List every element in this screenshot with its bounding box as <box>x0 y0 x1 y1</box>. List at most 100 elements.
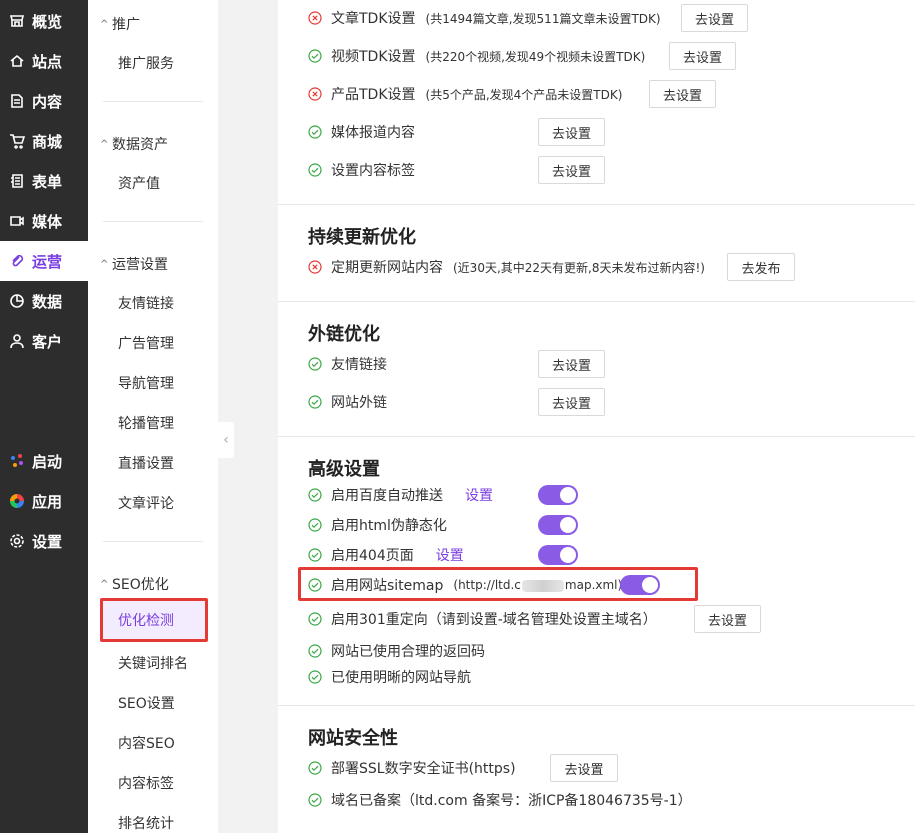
sub-item-friend-links[interactable]: 友情链接 <box>118 293 174 313</box>
sub-item-rank-stats[interactable]: 排名统计 <box>118 813 174 833</box>
nav-label: 数据 <box>32 292 63 311</box>
pie-chart-icon <box>8 292 26 310</box>
check-circle-icon <box>308 395 322 409</box>
sub-group-promotion[interactable]: ^ 推广 <box>100 14 140 34</box>
set-button-product-tdk[interactable]: 去设置 <box>649 80 716 108</box>
nav-item-operations[interactable]: 运营 <box>0 241 88 281</box>
error-icon <box>308 87 322 101</box>
set-button-ssl[interactable]: 去设置 <box>550 754 618 782</box>
sub-item-seo-settings[interactable]: SEO设置 <box>118 693 175 713</box>
sub-group-seo[interactable]: ^ SEO优化 <box>100 574 169 594</box>
html-static-toggle[interactable] <box>538 515 578 535</box>
chevron-up-icon: ^ <box>100 258 109 270</box>
nav-item-site[interactable]: 站点 <box>0 41 88 81</box>
check-row-video-tdk: 视频TDK设置 (共220个视频,发现49个视频未设置TDK) <box>308 44 645 68</box>
annotation-highlight-box <box>298 567 698 601</box>
check-row-external-links: 网站外链 <box>308 390 387 414</box>
chevron-left-icon: ‹ <box>223 432 229 448</box>
divider <box>278 301 915 302</box>
set-button-301[interactable]: 去设置 <box>694 605 761 633</box>
nav-label: 运营 <box>32 252 63 271</box>
nav-item-media[interactable]: 媒体 <box>0 201 88 241</box>
check-circle-icon <box>308 793 322 807</box>
nav-label: 应用 <box>32 492 63 511</box>
check-row-ssl: 部署SSL数字安全证书(https) <box>308 756 516 780</box>
primary-nav: 概览 站点 内容 商城 表单 媒体 运营 数据 客户 启动 应用 设置 <box>0 0 88 833</box>
sub-group-data-assets[interactable]: ^ 数据资产 <box>100 134 168 154</box>
publish-button[interactable]: 去发布 <box>727 253 795 281</box>
set-button-media-report[interactable]: 去设置 <box>538 118 605 146</box>
cart-icon <box>8 132 26 150</box>
check-circle-icon <box>308 49 322 63</box>
check-row-404: 启用404页面 设置 <box>308 543 464 567</box>
user-icon <box>8 332 26 350</box>
error-icon <box>308 260 322 274</box>
sub-item-promotion-service[interactable]: 推广服务 <box>118 53 174 73</box>
paperclip-icon <box>8 252 26 270</box>
nav-item-apps[interactable]: 应用 <box>0 481 88 521</box>
sub-item-comments[interactable]: 文章评论 <box>118 493 174 513</box>
dots-icon <box>8 452 26 470</box>
check-row-article-tdk: 文章TDK设置 (共1494篇文章,发现511篇文章未设置TDK) <box>308 6 661 30</box>
divider <box>278 436 915 437</box>
check-row-html-static: 启用html伪静态化 <box>308 513 447 537</box>
check-row-media-report: 媒体报道内容 <box>308 120 415 144</box>
nav-item-data[interactable]: 数据 <box>0 281 88 321</box>
sub-item-live[interactable]: 直播设置 <box>118 453 174 473</box>
check-circle-icon <box>308 612 322 626</box>
check-circle-icon <box>308 518 322 532</box>
section-title-update: 持续更新优化 <box>308 227 416 248</box>
sub-item-content-tags[interactable]: 内容标签 <box>118 773 174 793</box>
section-title-advanced: 高级设置 <box>308 459 380 480</box>
check-row-friend-links: 友情链接 <box>308 352 387 376</box>
divider <box>103 541 203 542</box>
baidu-settings-link[interactable]: 设置 <box>465 485 493 505</box>
form-icon <box>8 172 26 190</box>
check-row-baidu-push: 启用百度自动推送 设置 <box>308 483 493 507</box>
set-button-article-tdk[interactable]: 去设置 <box>681 4 748 32</box>
nav-label: 媒体 <box>32 212 63 231</box>
sub-item-keyword-rank[interactable]: 关键词排名 <box>118 653 188 673</box>
error-icon <box>308 11 322 25</box>
check-circle-icon <box>308 644 322 658</box>
sub-item-seo-check[interactable]: 优化检测 <box>100 598 208 642</box>
nav-label: 表单 <box>32 172 63 191</box>
404-page-toggle[interactable] <box>538 545 578 565</box>
sub-item-asset-value[interactable]: 资产值 <box>118 173 160 193</box>
check-circle-icon <box>308 163 322 177</box>
nav-item-content[interactable]: 内容 <box>0 81 88 121</box>
gear-icon <box>8 532 26 550</box>
nav-item-form[interactable]: 表单 <box>0 161 88 201</box>
nav-label: 启动 <box>32 452 63 471</box>
set-button-content-tags[interactable]: 去设置 <box>538 156 605 184</box>
sub-item-carousel[interactable]: 轮播管理 <box>118 413 174 433</box>
divider <box>103 221 203 222</box>
nav-item-overview[interactable]: 概览 <box>0 1 88 41</box>
secondary-sidebar: ^ 推广 推广服务 ^ 数据资产 资产值 ^ 运营设置 友情链接 广告管理 导航管理 … <box>88 0 218 833</box>
check-circle-icon <box>308 548 322 562</box>
sub-item-content-seo[interactable]: 内容SEO <box>118 733 175 753</box>
document-icon <box>8 92 26 110</box>
check-row-icp: 域名已备案（ltd.com 备案号：浙ICP备18046735号-1） <box>308 788 692 812</box>
sidebar-collapse-handle[interactable]: ‹ <box>218 422 234 458</box>
chevron-up-icon: ^ <box>100 18 109 30</box>
nav-item-launch[interactable]: 启动 <box>0 441 88 481</box>
nav-item-mall[interactable]: 商城 <box>0 121 88 161</box>
check-row-site-navigation: 已使用明晰的网站导航 <box>308 665 471 689</box>
video-icon <box>8 212 26 230</box>
set-button-friend-links[interactable]: 去设置 <box>538 350 605 378</box>
seo-check-panel: 文章TDK设置 (共1494篇文章,发现511篇文章未设置TDK) 去设置 视频T… <box>278 0 915 833</box>
sub-item-navigation[interactable]: 导航管理 <box>118 373 174 393</box>
nav-label: 站点 <box>32 52 63 71</box>
nav-item-customer[interactable]: 客户 <box>0 321 88 361</box>
chevron-up-icon: ^ <box>100 578 109 590</box>
sub-item-ads[interactable]: 广告管理 <box>118 333 174 353</box>
divider <box>278 204 915 205</box>
set-button-external-links[interactable]: 去设置 <box>538 388 605 416</box>
check-row-301-redirect: 启用301重定向（请到设置-域名管理处设置主域名） <box>308 607 657 631</box>
404-settings-link[interactable]: 设置 <box>436 545 464 565</box>
nav-item-settings[interactable]: 设置 <box>0 521 88 561</box>
set-button-video-tdk[interactable]: 去设置 <box>669 42 736 70</box>
sub-group-operations[interactable]: ^ 运营设置 <box>100 254 168 274</box>
baidu-push-toggle[interactable] <box>538 485 578 505</box>
